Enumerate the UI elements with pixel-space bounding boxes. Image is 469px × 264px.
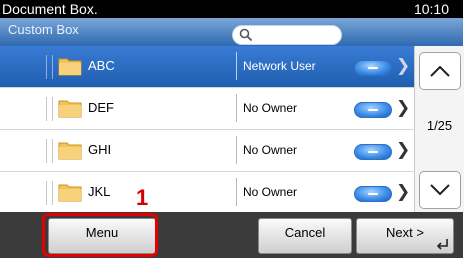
detail-toggle-icon[interactable] bbox=[354, 102, 392, 118]
clock: 10:10 bbox=[413, 1, 449, 17]
chevron-right-icon[interactable]: ❯ bbox=[396, 183, 410, 201]
cancel-button[interactable]: Cancel bbox=[258, 218, 352, 254]
chevron-right-icon[interactable]: ❯ bbox=[396, 57, 410, 75]
list-item[interactable]: JKL No Owner ❯ bbox=[0, 172, 414, 212]
divider bbox=[46, 181, 47, 205]
title-bar: Document Box. 10:10 bbox=[0, 0, 463, 18]
chevron-right-icon[interactable]: ❯ bbox=[396, 141, 410, 159]
divider bbox=[46, 97, 47, 121]
next-button-label: Next > bbox=[386, 225, 424, 240]
detail-toggle-icon[interactable] bbox=[354, 144, 392, 160]
list-item[interactable]: GHI No Owner ❯ bbox=[0, 130, 414, 172]
callout-highlight bbox=[42, 213, 158, 257]
box-list: ABC Network User ❯ DEF No Owner ❯ GHI No… bbox=[0, 46, 414, 212]
divider bbox=[52, 139, 53, 163]
box-owner: No Owner bbox=[236, 136, 343, 164]
search-icon bbox=[239, 28, 253, 42]
breadcrumb: Custom Box bbox=[8, 22, 79, 37]
window-title: Document Box. bbox=[2, 1, 98, 17]
folder-icon bbox=[58, 58, 82, 76]
box-owner: Network User bbox=[236, 52, 343, 80]
step-callout-number: 1 bbox=[136, 185, 149, 210]
folder-icon bbox=[58, 184, 82, 202]
chevron-right-icon[interactable]: ❯ bbox=[396, 99, 410, 117]
box-name: DEF bbox=[88, 100, 114, 115]
detail-toggle-icon[interactable] bbox=[354, 60, 392, 76]
box-name: GHI bbox=[88, 142, 112, 157]
list-item[interactable]: ABC Network User ❯ bbox=[0, 46, 414, 88]
box-name: ABC bbox=[88, 58, 115, 73]
next-button[interactable]: Next > bbox=[356, 218, 454, 254]
enter-icon bbox=[436, 239, 448, 250]
detail-toggle-icon[interactable] bbox=[354, 186, 392, 202]
box-owner: No Owner bbox=[236, 178, 343, 206]
folder-icon bbox=[58, 142, 82, 160]
chevron-up-icon bbox=[430, 65, 450, 77]
chevron-down-icon bbox=[430, 184, 450, 196]
divider bbox=[52, 181, 53, 205]
page-indicator: 1/25 bbox=[426, 118, 453, 133]
divider bbox=[46, 55, 47, 79]
divider bbox=[52, 55, 53, 79]
folder-icon bbox=[58, 100, 82, 118]
scroll-down-button[interactable] bbox=[419, 171, 461, 209]
subheader: Custom Box bbox=[0, 18, 463, 46]
box-name: JKL bbox=[88, 184, 111, 199]
divider bbox=[52, 97, 53, 121]
scroll-up-button[interactable] bbox=[419, 52, 461, 90]
list-item[interactable]: DEF No Owner ❯ bbox=[0, 88, 414, 130]
search-input[interactable] bbox=[232, 25, 342, 45]
box-owner: No Owner bbox=[236, 94, 343, 122]
scroll-column: 1/25 bbox=[414, 46, 464, 212]
divider bbox=[46, 139, 47, 163]
